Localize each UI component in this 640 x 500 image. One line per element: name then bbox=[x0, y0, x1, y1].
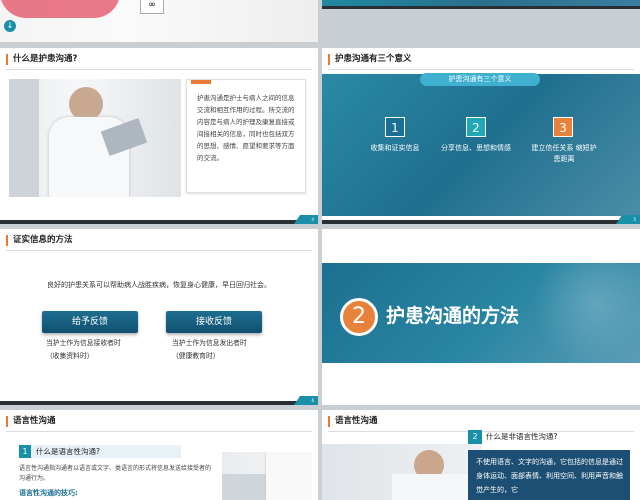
section-number-circle: 2 bbox=[340, 298, 378, 336]
question-1: 什么是语言性沟通? bbox=[36, 447, 100, 456]
slide-title: 证实信息的方法 bbox=[6, 235, 73, 246]
slide-footer bbox=[322, 6, 640, 9]
slide-title: 语言性沟通 bbox=[6, 416, 56, 427]
slide-title: 语言性沟通 bbox=[328, 416, 378, 427]
banner: 护患沟通有三个意义 bbox=[420, 73, 540, 86]
slide-title: 护患沟通有三个意义 bbox=[328, 54, 412, 65]
slide-5[interactable]: 证实信息的方法 良好的护患关系可以帮助病人战胜疾病，恢复身心健康，早日回归社会。… bbox=[0, 229, 318, 405]
give-feedback-button[interactable]: 给予反馈 bbox=[42, 311, 138, 333]
doctor-photo bbox=[322, 444, 482, 500]
item-1-number: 1 bbox=[385, 117, 405, 137]
page-number: 4 bbox=[311, 217, 314, 222]
slide-footer: 6 bbox=[0, 396, 318, 405]
receive-feedback-button[interactable]: 接收反馈 bbox=[166, 311, 262, 333]
skills-label: 语言性沟通的技巧: bbox=[19, 489, 78, 497]
receive-feedback-desc: 当护士作为信息发出者时 bbox=[172, 339, 247, 347]
slide-1[interactable]: ↓ ∞ bbox=[0, 0, 318, 42]
link-icon[interactable]: ∞ bbox=[140, 0, 164, 14]
title-divider bbox=[6, 431, 312, 432]
give-feedback-note: （收集资料时） bbox=[46, 352, 94, 360]
intro-text: 良好的护患关系可以帮助病人战胜疾病，恢复身心健康，早日回归社会。 bbox=[47, 281, 271, 289]
slide-8[interactable]: 语言性沟通 2 什么是非语言性沟通? 不使用语言、文字的沟通，它包括的信息是通过… bbox=[322, 410, 640, 500]
give-feedback-desc: 当护士作为信息接收者时 bbox=[46, 339, 121, 347]
slide-title: 什么是护患沟通? bbox=[6, 54, 77, 65]
item-1-label: 收集和证实信息 bbox=[370, 144, 420, 152]
nurse-photo bbox=[9, 79, 181, 197]
text-card: 护患沟通是护士与病人之间的信息交流和相互作用的过程。所交流的内容是与病人的护理及… bbox=[186, 79, 306, 193]
question-1-answer: 语言性沟通指沟通者以语言或文字、类语言的形式将信息发送给接受者的沟通行为。 bbox=[19, 465, 212, 482]
receive-feedback-note: （健康教育时） bbox=[172, 352, 220, 360]
item-2-number: 2 bbox=[466, 117, 486, 137]
slide-6[interactable]: 2 护患沟通的方法 bbox=[322, 229, 640, 405]
card-accent bbox=[191, 80, 211, 84]
page-number: 5 bbox=[633, 217, 636, 222]
download-icon[interactable]: ↓ bbox=[4, 20, 16, 32]
slide-2[interactable] bbox=[322, 0, 640, 9]
page-number: 6 bbox=[311, 398, 314, 403]
item-3-label: 建立信任关系 缩短护患距离 bbox=[531, 144, 597, 163]
question-2-answer: 不使用语言、文字的沟通，它包括的信息是通过身体运动、面部表情、利用空间、利用声音… bbox=[476, 458, 623, 494]
title-divider bbox=[6, 69, 312, 70]
card-body: 护患沟通是护士与病人之间的信息交流和相互作用的过程。所交流的内容是与病人的护理及… bbox=[197, 94, 295, 162]
slide-footer: 5 bbox=[322, 215, 640, 224]
title-divider bbox=[6, 250, 312, 251]
question-2: 什么是非语言性沟通? bbox=[486, 432, 558, 441]
doctor-laptop-photo bbox=[222, 452, 312, 500]
slide-footer: 4 bbox=[0, 215, 318, 224]
slide-7[interactable]: 语言性沟通 1 什么是语言性沟通? 语言性沟通指沟通者以语言或文字、类语言的形式… bbox=[0, 410, 318, 500]
pink-cap-shape bbox=[0, 0, 120, 18]
item-2-label: 分享信息、思想和情感 bbox=[441, 144, 511, 152]
slide-3[interactable]: 什么是护患沟通? 护患沟通是护士与病人之间的信息交流和相互作用的过程。所交流的内… bbox=[0, 48, 318, 224]
question-1-badge: 1 bbox=[19, 445, 31, 458]
item-3-number: 3 bbox=[553, 117, 573, 137]
title-divider bbox=[328, 69, 634, 70]
question-2-badge: 2 bbox=[468, 430, 482, 444]
section-heading: 护患沟通的方法 bbox=[386, 305, 520, 327]
slide-4[interactable]: 护患沟通有三个意义 护患沟通有三个意义 1 2 3 收集和证实信息 分享信息、思… bbox=[322, 48, 640, 224]
